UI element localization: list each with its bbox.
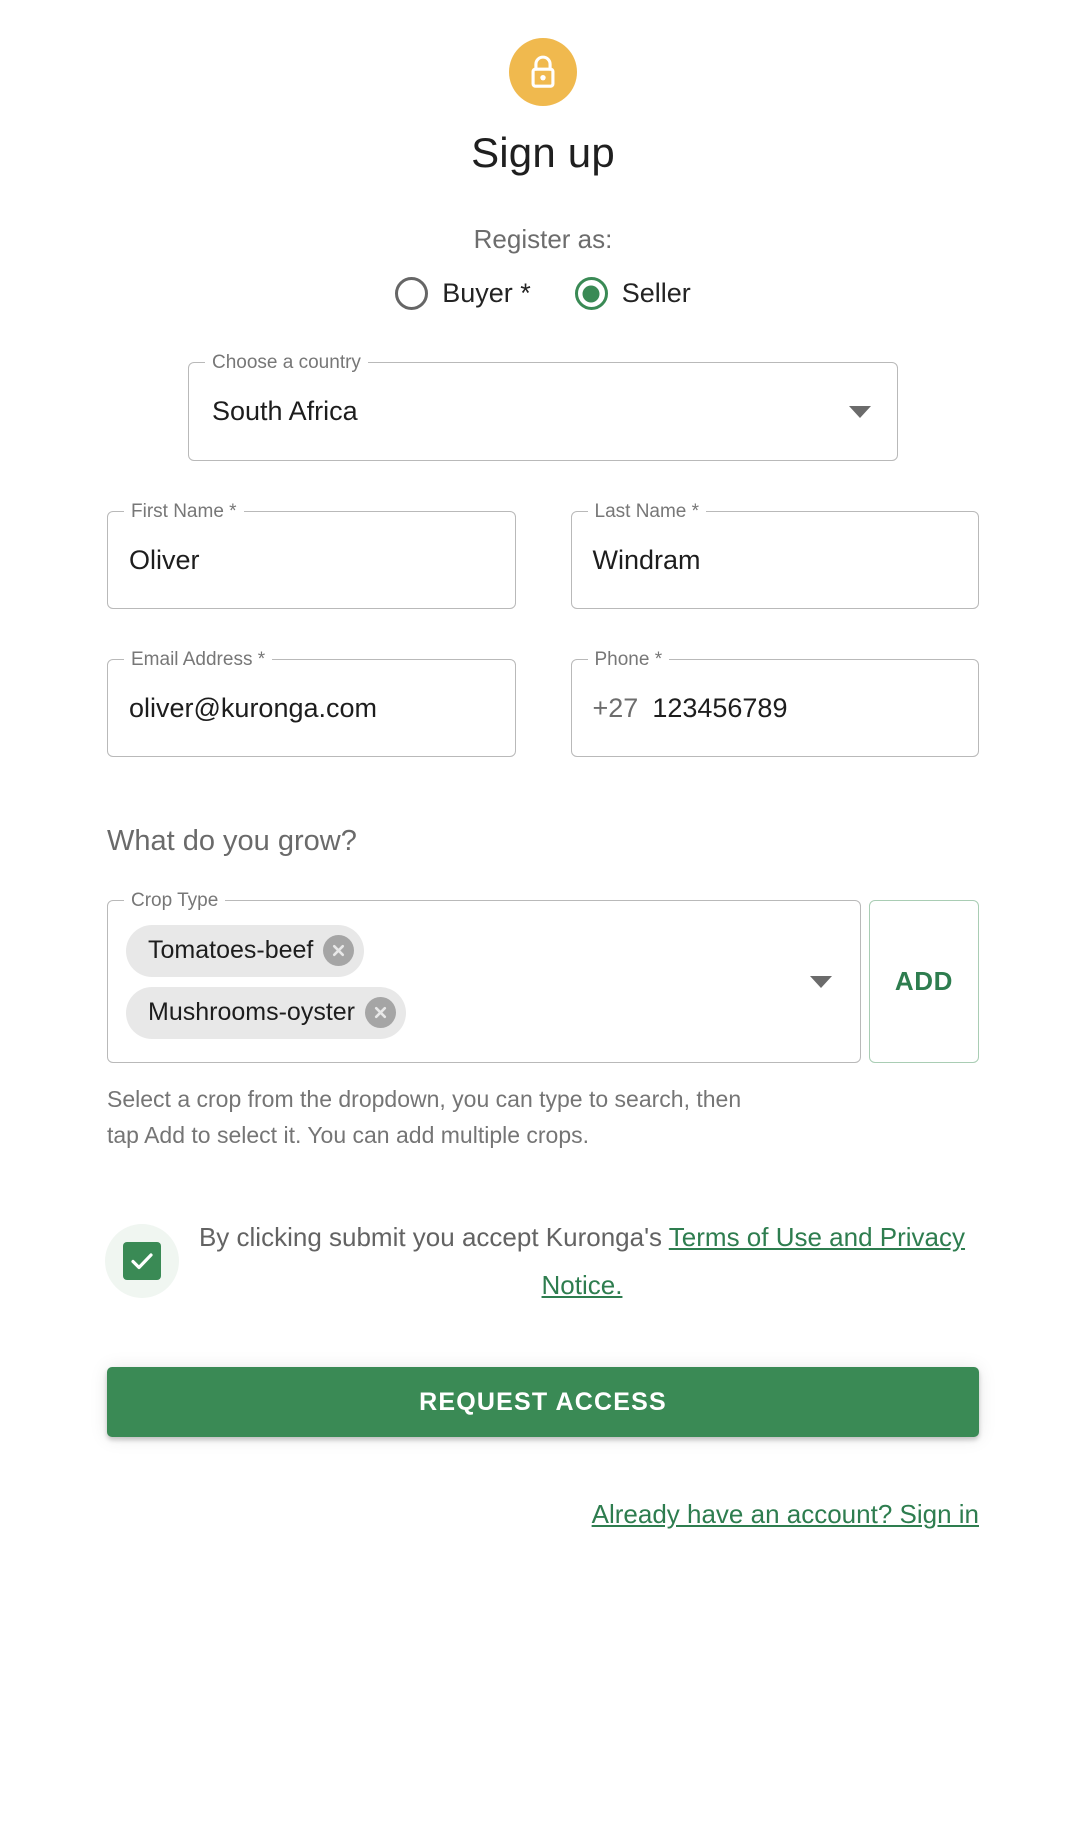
- page-header: Sign up: [0, 0, 1086, 174]
- phone-value: 123456789: [652, 692, 788, 723]
- terms-text: By clicking submit you accept Kuronga's …: [179, 1213, 979, 1309]
- country-select[interactable]: Choose a country South Africa: [188, 352, 898, 461]
- crop-chip-label: Tomatoes-beef: [148, 936, 314, 964]
- lock-icon: [509, 38, 577, 106]
- terms-checkbox[interactable]: [105, 1224, 179, 1298]
- close-circle-icon[interactable]: [365, 997, 396, 1028]
- close-circle-icon[interactable]: [323, 935, 355, 966]
- register-as-label: Register as:: [473, 224, 613, 254]
- last-name-value: Windram: [592, 544, 701, 575]
- crop-chip-label: Mushrooms-oyster: [148, 998, 355, 1026]
- signup-form: Choose a country South Africa First Name…: [0, 352, 1086, 1530]
- signup-page: Sign up Register as: Buyer * Seller Choo…: [0, 0, 1086, 1848]
- add-crop-button[interactable]: ADD: [869, 900, 979, 1063]
- contact-row: Email Address * oliver@kuronga.com Phone…: [107, 649, 979, 757]
- chevron-down-icon: [810, 975, 832, 988]
- first-name-field[interactable]: First Name * Oliver: [107, 501, 516, 609]
- radio-circle-icon: [395, 277, 429, 310]
- terms-text-static: By clicking submit you accept Kuronga's: [198, 1222, 669, 1252]
- country-legend: Choose a country: [205, 352, 368, 374]
- radio-option-seller[interactable]: Seller: [553, 277, 713, 310]
- last-name-legend: Last Name *: [587, 501, 707, 523]
- first-name-legend: First Name *: [124, 501, 244, 523]
- country-select-wrapper: Choose a country South Africa: [107, 352, 979, 461]
- phone-field[interactable]: Phone * +27 123456789: [570, 649, 979, 757]
- crop-row: Crop Type Tomatoes-beef Mushrooms-oyster: [107, 890, 979, 1063]
- phone-legend: Phone *: [587, 649, 670, 671]
- terms-row: By clicking submit you accept Kuronga's …: [105, 1213, 979, 1309]
- radio-option-buyer[interactable]: Buyer *: [373, 277, 553, 310]
- email-value: oliver@kuronga.com: [129, 692, 378, 723]
- crop-helper-text: Select a crop from the dropdown, you can…: [107, 1086, 742, 1148]
- page-title: Sign up: [471, 129, 615, 176]
- radio-label-buyer: Buyer *: [442, 278, 531, 308]
- signin-wrapper: Already have an account? Sign in: [107, 1499, 979, 1530]
- checkbox-checked-icon: [123, 1242, 161, 1280]
- sign-in-link[interactable]: Already have an account? Sign in: [592, 1499, 979, 1529]
- crop-chip[interactable]: Mushrooms-oyster: [126, 986, 406, 1039]
- phone-country-prefix: +27: [592, 692, 639, 723]
- grow-question: What do you grow?: [107, 825, 357, 857]
- crop-type-select[interactable]: Crop Type Tomatoes-beef Mushrooms-oyster: [107, 890, 861, 1063]
- country-value: South Africa: [212, 396, 358, 426]
- submit-wrapper: REQUEST ACCESS: [107, 1367, 979, 1437]
- register-as-radio-group: Buyer * Seller: [0, 277, 1086, 310]
- crop-chip[interactable]: Tomatoes-beef: [126, 924, 365, 977]
- name-row: First Name * Oliver Last Name * Windram: [107, 501, 979, 609]
- request-access-button[interactable]: REQUEST ACCESS: [107, 1367, 979, 1437]
- first-name-value: Oliver: [129, 544, 200, 575]
- crop-type-legend: Crop Type: [124, 890, 226, 912]
- email-legend: Email Address *: [124, 649, 273, 671]
- radio-label-seller: Seller: [621, 278, 691, 308]
- last-name-field[interactable]: Last Name * Windram: [570, 501, 979, 609]
- email-field[interactable]: Email Address * oliver@kuronga.com: [107, 649, 516, 757]
- radio-circle-selected-icon: [574, 277, 608, 310]
- chevron-down-icon: [849, 405, 871, 418]
